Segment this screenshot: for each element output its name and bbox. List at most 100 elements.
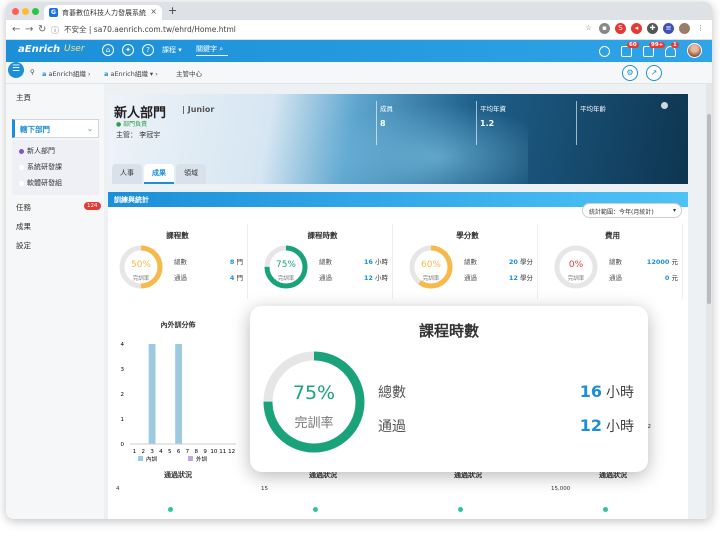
- stat-card: 費用 0% 完訓率 總數 通過 12000 元 0 元: [543, 224, 683, 299]
- y-tick-label: 4: [116, 486, 120, 492]
- profile-icon[interactable]: [679, 23, 690, 34]
- sidebar-sub-item[interactable]: 新人部門: [19, 146, 55, 156]
- maximize-window-icon[interactable]: [32, 8, 39, 15]
- age-info-icon[interactable]: [661, 102, 668, 109]
- extension-s-icon[interactable]: S: [615, 23, 626, 34]
- sidebar-item-home[interactable]: 主頁: [16, 92, 31, 103]
- y-tick-label: 2: [121, 392, 125, 398]
- card-title: 課程時數: [307, 231, 338, 240]
- compass-icon[interactable]: ✦: [122, 44, 134, 56]
- menu-icon[interactable]: ⋮: [695, 23, 706, 34]
- course-label: 課程: [162, 46, 176, 54]
- card-total-value: 20 學分: [509, 256, 533, 266]
- chevron-down-icon: ⌄: [86, 124, 93, 133]
- scrollbar-thumb[interactable]: [707, 114, 711, 304]
- brand-logo[interactable]: aEnrich: [18, 44, 60, 55]
- scrollbar[interactable]: [706, 84, 712, 519]
- sidebar-item-departments[interactable]: 轄下部門 ⌄: [12, 119, 99, 138]
- card-total-label: 總數: [464, 258, 477, 266]
- search-icon[interactable]: ⌕: [219, 45, 223, 53]
- stat-card: 學分數 60% 完訓率 總數 通過 20 學分 12 學分: [398, 224, 538, 299]
- new-tab-icon[interactable]: +: [168, 4, 177, 17]
- x-tick-label: 6: [177, 449, 181, 455]
- y-tick-label: 15,000: [551, 486, 571, 492]
- hamburger-menu-icon[interactable]: ☰: [8, 62, 24, 78]
- main-content: 新人部門 | Junior ● 部門負責 主管： 李冠宇 成員 8 平均年資 1.2…: [108, 94, 688, 519]
- department-level: | Junior: [182, 105, 215, 114]
- search-input[interactable]: 關鍵字 ⌕: [196, 44, 228, 56]
- breadcrumb-org2[interactable]: a aEnrich組織 ▾ ›: [104, 68, 158, 78]
- extension-arrows-icon[interactable]: ◂: [631, 23, 642, 34]
- stat-label: 平均年資: [480, 105, 506, 113]
- tab-results[interactable]: 成果: [144, 164, 174, 184]
- x-tick-label: 9: [203, 449, 207, 455]
- calendar-icon[interactable]: 99+: [643, 41, 666, 58]
- pass-status-card: 通過狀況: [398, 464, 538, 519]
- x-tick-label: 2: [142, 449, 146, 455]
- card-unit: 門: [236, 274, 244, 282]
- card-total-value: 12000 元: [647, 256, 678, 266]
- x-tick-label: 12: [228, 449, 235, 455]
- puzzle-icon[interactable]: ✚: [647, 23, 658, 34]
- settings-circle-icon[interactable]: ⚙: [622, 65, 638, 81]
- distribution-chart-card: 內外訓分佈 0 1 2 3 4 1 2 3 4 5 6 7 8 9 10 11 12 內訓 外訓: [108, 314, 248, 464]
- extension-reader-icon[interactable]: ≡: [663, 23, 674, 34]
- chat-icon[interactable]: [599, 44, 612, 58]
- breadcrumb-current: 主管中心: [176, 70, 202, 78]
- url-field[interactable]: 不安全 | sa70.aenrich.com.tw/ehrd/Home.html: [64, 24, 236, 35]
- popup-total-number: 16: [579, 382, 602, 401]
- sidebar-item-settings[interactable]: 設定: [16, 240, 31, 251]
- help-icon[interactable]: ?: [142, 44, 154, 56]
- card-percent: 60%: [420, 260, 441, 270]
- card-unit: 元: [671, 258, 679, 266]
- message-badge: 60: [627, 41, 639, 48]
- card-percent: 0%: [568, 260, 584, 270]
- avatar[interactable]: [687, 43, 702, 58]
- stat-card: 課程數 50% 完訓率 總數 通過 8 門 4 門: [108, 224, 248, 299]
- info-icon[interactable]: ⓘ: [51, 25, 59, 36]
- pass-status-card: 通過狀況 15,000: [543, 464, 683, 519]
- sidebar-item-results[interactable]: 成果: [16, 221, 31, 232]
- tab-personnel[interactable]: 人事: [112, 164, 142, 184]
- divider: [376, 101, 377, 145]
- reload-icon[interactable]: ↻: [38, 24, 46, 35]
- pass-status-card: 通過狀況 4: [108, 464, 248, 519]
- back-icon[interactable]: ←: [12, 24, 20, 35]
- tab-bar: G 育碁數位科技人力發展系統 × +: [6, 2, 712, 20]
- sidebar-sub-item[interactable]: 軟體研發組: [19, 178, 62, 188]
- card-total-label: 總數: [319, 258, 332, 266]
- brand-user-logo: User: [64, 44, 85, 54]
- course-select[interactable]: 課程 ▾: [162, 45, 182, 55]
- card-pass-number: 0: [664, 274, 670, 282]
- pass-status-card: 通過狀況 15: [253, 464, 393, 519]
- x-tick-label: 1: [133, 449, 137, 455]
- breadcrumb-org2-label: aEnrich組織: [110, 70, 148, 78]
- forward-icon[interactable]: →: [25, 24, 33, 35]
- card-total-label: 總數: [174, 258, 187, 266]
- close-tab-icon[interactable]: ×: [150, 7, 157, 16]
- message-icon[interactable]: 60: [621, 41, 639, 58]
- x-tick-label: 7: [186, 449, 190, 455]
- data-point: [168, 507, 173, 512]
- star-icon[interactable]: ☆: [583, 23, 594, 34]
- sidebar: 主頁 轄下部門 ⌄ 新人部門 系統研發課 軟體研發組 任務 124 成果 設定: [6, 84, 104, 519]
- card-percent: 75%: [275, 260, 296, 270]
- home-icon[interactable]: ⌂: [102, 44, 114, 56]
- popup-total-label: 總數: [378, 385, 406, 401]
- range-select[interactable]: 統計範圍：今年(月統計) ▾: [582, 203, 682, 218]
- camera-icon[interactable]: ▪: [599, 23, 610, 34]
- browser-tab[interactable]: G 育碁數位科技人力發展系統 ×: [44, 5, 162, 20]
- tab-domain[interactable]: 領域: [176, 164, 206, 184]
- sidebar-sub-item[interactable]: 系統研發課: [19, 162, 62, 172]
- card-total-number: 12000: [646, 258, 670, 266]
- close-window-icon[interactable]: [12, 8, 19, 15]
- favicon-icon: G: [49, 8, 58, 17]
- share-circle-icon[interactable]: ↗: [646, 65, 662, 81]
- bell-icon[interactable]: 1: [665, 41, 679, 58]
- sidebar-item-tasks[interactable]: 任務: [16, 202, 31, 213]
- card-pass-value: 0 元: [665, 272, 678, 282]
- popup-pass-number: 12: [579, 416, 602, 435]
- minimize-window-icon[interactable]: [22, 8, 29, 15]
- stat-label: 平均年齡: [580, 105, 606, 113]
- breadcrumb-org1[interactable]: a aEnrich組織 ›: [42, 68, 91, 78]
